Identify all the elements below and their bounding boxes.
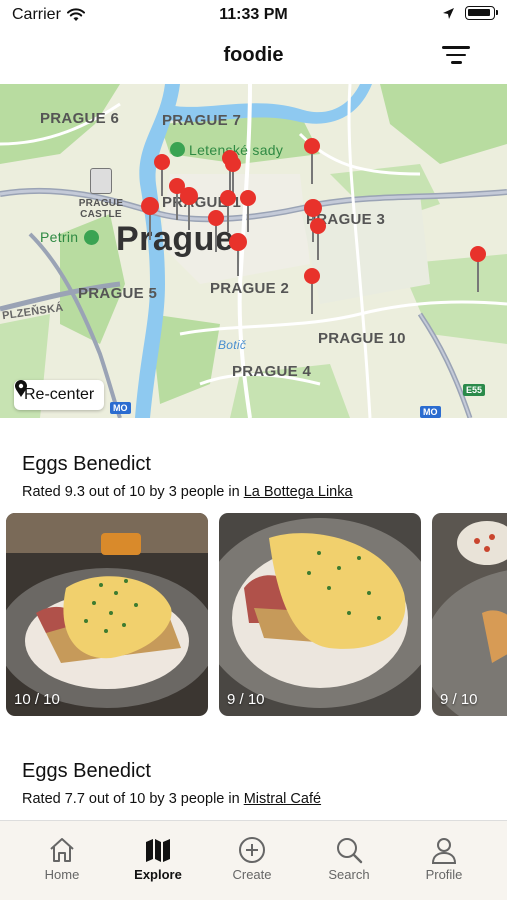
explore-map[interactable]: PRAGUE 6 PRAGUE 7 PRAGUE 1 PRAGUE 3 PRAG… (0, 84, 507, 418)
tab-label: Create (232, 867, 272, 882)
tab-create[interactable]: Create (212, 833, 292, 882)
dish-photo[interactable]: 10 / 10 (6, 513, 208, 716)
dish-photo[interactable]: 9 / 10 (219, 513, 421, 716)
map-pin[interactable] (470, 246, 486, 292)
map-pin[interactable] (240, 190, 256, 232)
map-pin[interactable] (220, 190, 236, 232)
tab-search[interactable]: Search (309, 833, 389, 882)
tab-label: Home (44, 867, 80, 882)
person-icon (431, 838, 457, 864)
photo-carousel[interactable]: 10 / 10 9 / 10 9 / 10 (6, 513, 507, 716)
photo-score: 9 / 10 (227, 691, 265, 708)
map-pin[interactable] (154, 154, 170, 196)
tab-label: Search (328, 867, 370, 882)
recenter-button[interactable]: Re-center (14, 380, 105, 410)
status-right (442, 6, 498, 20)
map-pins-layer (141, 138, 486, 314)
photo-score: 9 / 10 (440, 691, 478, 708)
food-photo-image (432, 513, 507, 716)
home-icon (50, 838, 74, 862)
map-pin[interactable] (229, 233, 247, 276)
tab-profile[interactable]: Profile (404, 833, 484, 882)
app-title: foodie (223, 44, 284, 66)
map-pin[interactable] (141, 197, 159, 240)
nav-bar: foodie (0, 36, 507, 80)
filter-button[interactable] (441, 46, 471, 70)
tab-home[interactable]: Home (22, 833, 102, 882)
dish-rating-summary: Rated 7.7 out of 10 by 3 people in Mistr… (22, 791, 321, 807)
map-pin[interactable] (180, 187, 198, 230)
map-pin[interactable] (208, 210, 224, 252)
location-arrow-icon (443, 7, 454, 19)
photo-score: 10 / 10 (14, 691, 60, 708)
dish-photo[interactable]: 9 / 10 (432, 513, 507, 716)
plus-circle-icon (239, 837, 265, 863)
restaurant-link[interactable]: Mistral Café (244, 791, 321, 807)
map-icon (146, 839, 170, 862)
restaurant-link[interactable]: La Bottega Linka (244, 484, 353, 500)
food-photo-image (6, 513, 208, 716)
dish-title: Eggs Benedict (22, 453, 151, 475)
rating-text: Rated 9.3 out of 10 by 3 people in (22, 484, 244, 500)
status-time: 11:33 PM (219, 6, 288, 23)
tab-explore[interactable]: Explore (118, 833, 198, 882)
tab-label: Explore (134, 867, 182, 882)
tab-bar: Home Explore Create Search Profile (0, 820, 507, 900)
dish-rating-summary: Rated 9.3 out of 10 by 3 people in La Bo… (22, 484, 353, 500)
map-pin[interactable] (304, 138, 320, 184)
battery-icon (465, 6, 498, 20)
status-bar: Carrier 11:33 PM (0, 0, 507, 32)
search-icon (337, 838, 363, 864)
map-pin[interactable] (304, 268, 320, 314)
recenter-label: Re-center (24, 386, 95, 403)
location-pin-icon (15, 380, 27, 397)
tab-label: Profile (425, 867, 463, 882)
feed[interactable]: Eggs Benedict Rated 9.3 out of 10 by 3 p… (0, 418, 507, 820)
rating-text: Rated 7.7 out of 10 by 3 people in (22, 791, 244, 807)
food-photo-image (219, 513, 421, 716)
dish-title: Eggs Benedict (22, 760, 151, 782)
filter-lines-icon (442, 46, 470, 49)
